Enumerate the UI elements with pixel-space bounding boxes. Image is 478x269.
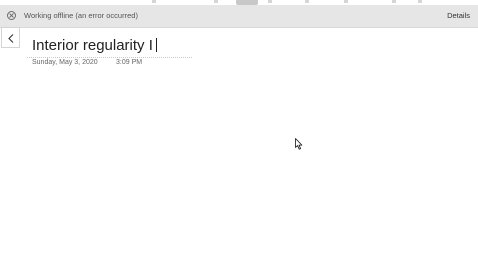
toolbar-tick <box>418 0 422 3</box>
back-button[interactable] <box>1 27 20 48</box>
offline-status-icon <box>7 11 16 20</box>
offline-banner: Working offline (an error occurred) Deta… <box>0 5 478 28</box>
offline-message: Working offline (an error occurred) <box>24 11 138 20</box>
chevron-left-icon <box>8 34 14 43</box>
details-button[interactable]: Details <box>447 11 470 20</box>
mouse-pointer-icon <box>295 137 303 155</box>
toolbar-tick <box>305 0 309 3</box>
page-date: Sunday, May 3, 2020 <box>32 59 98 66</box>
toolbar-tick <box>214 0 218 3</box>
title-divider <box>27 57 192 58</box>
page-time: 3:09 PM <box>116 59 143 66</box>
page-title: Interior regularity I <box>32 37 153 54</box>
toolbar-tick <box>392 0 396 3</box>
toolbar-tick <box>344 0 348 3</box>
toolbar-tick <box>152 0 156 3</box>
page-title-field[interactable]: Interior regularity I <box>32 37 157 55</box>
text-caret <box>155 38 157 52</box>
toolbar-tick <box>268 0 272 3</box>
